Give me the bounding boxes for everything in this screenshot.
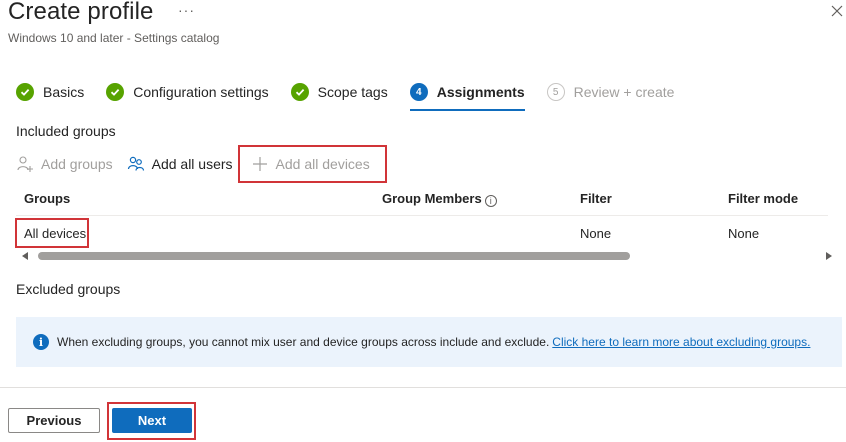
previous-button[interactable]: Previous	[8, 408, 100, 433]
add-person-icon	[16, 155, 34, 173]
filter-mode-cell: None	[728, 226, 760, 241]
info-icon: i	[33, 334, 49, 350]
step-scope-tags[interactable]: Scope tags	[290, 80, 388, 104]
scroll-left-arrow-icon[interactable]	[22, 252, 28, 260]
step-assignments[interactable]: 4 Assignments	[409, 80, 525, 111]
step-basics[interactable]: Basics	[16, 80, 84, 104]
filter-cell: None	[580, 226, 612, 241]
column-header-label: Group Members	[382, 191, 482, 206]
column-header-filter[interactable]: Filter	[580, 191, 612, 206]
highlight-box-all-devices	[15, 218, 89, 248]
checkmark-icon	[106, 83, 125, 101]
step-label: Assignments	[436, 84, 525, 100]
info-text: When excluding groups, you cannot mix us…	[57, 335, 550, 349]
step-number-badge: 4	[409, 83, 428, 101]
info-icon[interactable]: i	[484, 195, 497, 207]
page-subtitle: Windows 10 and later - Settings catalog	[8, 31, 220, 45]
highlight-box-next	[107, 402, 196, 440]
excluded-groups-label: Excluded groups	[16, 281, 121, 297]
horizontal-scrollbar[interactable]	[16, 251, 836, 261]
column-header-groups[interactable]: Groups	[24, 191, 70, 206]
step-label: Review + create	[573, 84, 675, 100]
learn-more-link[interactable]: Click here to learn more about excluding…	[552, 335, 810, 349]
step-label: Configuration settings	[133, 84, 269, 100]
page-title: Create profile	[8, 0, 154, 25]
scrollbar-thumb[interactable]	[38, 252, 630, 260]
step-label: Scope tags	[317, 84, 388, 100]
step-configuration-settings[interactable]: Configuration settings	[106, 80, 269, 104]
step-review-create[interactable]: 5 Review + create	[546, 80, 675, 104]
checkmark-icon	[290, 83, 309, 101]
highlight-box-add-all-devices	[238, 145, 387, 183]
add-all-users-label: Add all users	[151, 156, 233, 172]
more-options-icon[interactable]: ···	[178, 2, 195, 18]
column-header-filter-mode[interactable]: Filter mode	[728, 191, 798, 206]
add-all-users-button[interactable]: Add all users	[127, 152, 233, 176]
add-groups-button[interactable]: Add groups	[16, 152, 113, 176]
column-header-group-members[interactable]: Group Members i	[382, 191, 497, 207]
step-label: Basics	[43, 84, 85, 100]
included-groups-label: Included groups	[16, 123, 116, 139]
exclusion-info-bar: i When excluding groups, you cannot mix …	[16, 317, 842, 367]
checkmark-icon	[16, 83, 34, 101]
footer-divider	[0, 387, 846, 388]
users-icon	[127, 155, 145, 173]
table-row[interactable]: All devices None None	[16, 217, 828, 249]
close-icon[interactable]	[830, 4, 844, 18]
scroll-right-arrow-icon[interactable]	[826, 252, 832, 260]
groups-table-header: Groups Group Members i Filter Filter mode	[16, 184, 828, 216]
step-number-badge: 5	[546, 83, 565, 101]
add-groups-label: Add groups	[41, 156, 113, 172]
wizard-steps: Basics Configuration settings Scope tags…	[16, 80, 696, 114]
